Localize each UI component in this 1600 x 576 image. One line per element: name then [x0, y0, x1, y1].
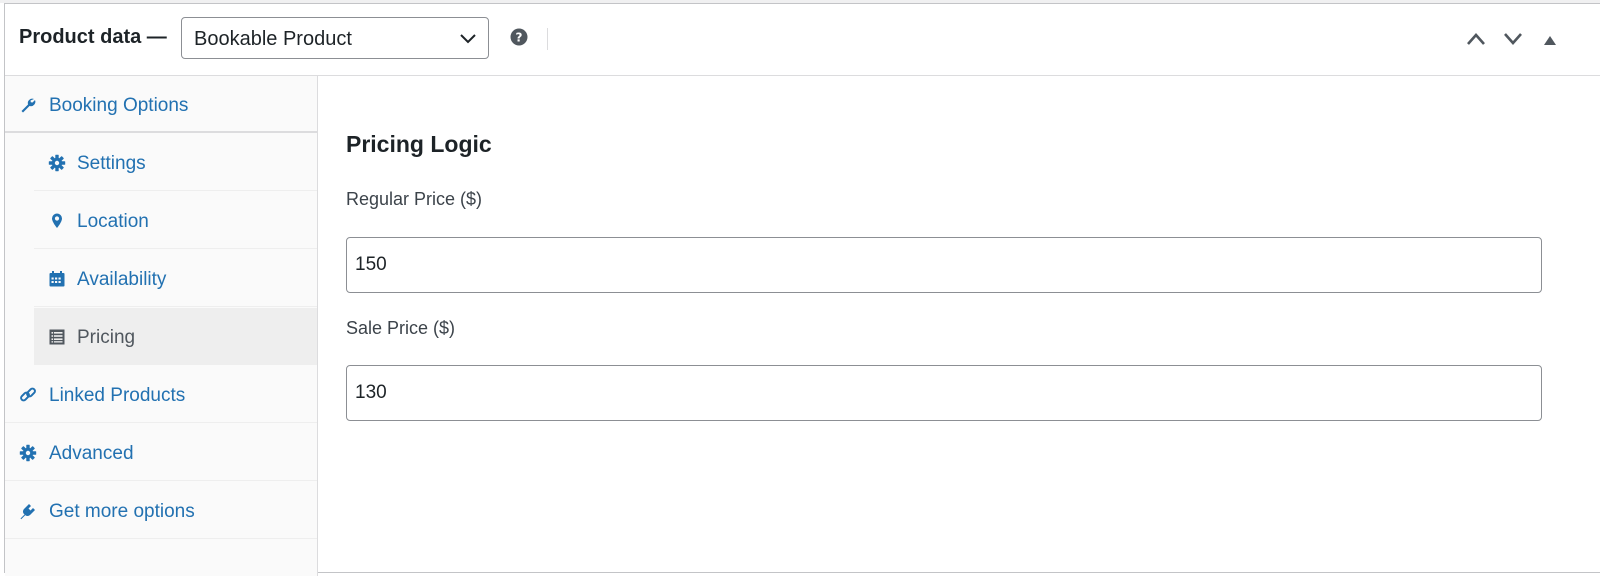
- regular-price-label: Regular Price ($): [346, 189, 483, 209]
- panel-header: Product data — Bookable Product ?: [5, 4, 1600, 76]
- location-pin-icon: [48, 212, 66, 230]
- wrench-icon: [19, 96, 37, 114]
- panel-title: Product data —: [19, 26, 167, 48]
- gear-icon: [19, 444, 37, 462]
- tab-linked-products[interactable]: Linked Products: [5, 366, 317, 423]
- pricing-panel: Pricing Logic Regular Price ($) Sale Pri…: [318, 76, 1600, 572]
- table-icon: [48, 328, 66, 346]
- sale-price-input[interactable]: [346, 365, 1542, 421]
- tab-label: Pricing: [77, 327, 136, 348]
- tab-booking-options[interactable]: Booking Options: [5, 76, 317, 133]
- tab-get-more-options[interactable]: Get more options: [5, 482, 317, 539]
- tab-label: Get more options: [49, 501, 195, 522]
- tab-label: Booking Options: [49, 95, 189, 116]
- tab-advanced[interactable]: Advanced: [5, 424, 317, 481]
- gear-icon: [48, 154, 66, 172]
- tab-pricing[interactable]: Pricing: [34, 308, 317, 365]
- move-up-icon[interactable]: [1466, 32, 1486, 51]
- plugin-icon: [19, 502, 37, 520]
- section-title: Pricing Logic: [346, 131, 492, 157]
- tab-label: Advanced: [49, 443, 134, 464]
- collapse-toggle-icon[interactable]: [1543, 33, 1557, 51]
- product-type-value: Bookable Product: [194, 28, 352, 50]
- tab-label: Settings: [77, 153, 146, 174]
- question-circle-icon[interactable]: ?: [510, 28, 528, 51]
- header-divider: [547, 28, 548, 50]
- move-down-icon[interactable]: [1503, 32, 1523, 51]
- product-type-select[interactable]: Bookable Product: [181, 17, 489, 59]
- tab-location[interactable]: Location: [34, 192, 317, 249]
- svg-text:?: ?: [516, 31, 523, 45]
- link-icon: [19, 386, 37, 404]
- regular-price-input[interactable]: [346, 237, 1542, 293]
- calendar-icon: [48, 270, 66, 288]
- tab-label: Availability: [77, 269, 167, 290]
- product-data-panel: Product data — Bookable Product ? Bookin…: [4, 3, 1600, 576]
- tab-availability[interactable]: Availability: [34, 250, 317, 307]
- sale-price-label: Sale Price ($): [346, 318, 456, 338]
- tab-label: Linked Products: [49, 385, 186, 406]
- chevron-down-icon: [460, 32, 476, 50]
- tab-settings[interactable]: Settings: [34, 134, 317, 191]
- product-data-tabs: Booking Options Settings Location Availa…: [5, 76, 318, 576]
- tab-label: Location: [77, 211, 149, 232]
